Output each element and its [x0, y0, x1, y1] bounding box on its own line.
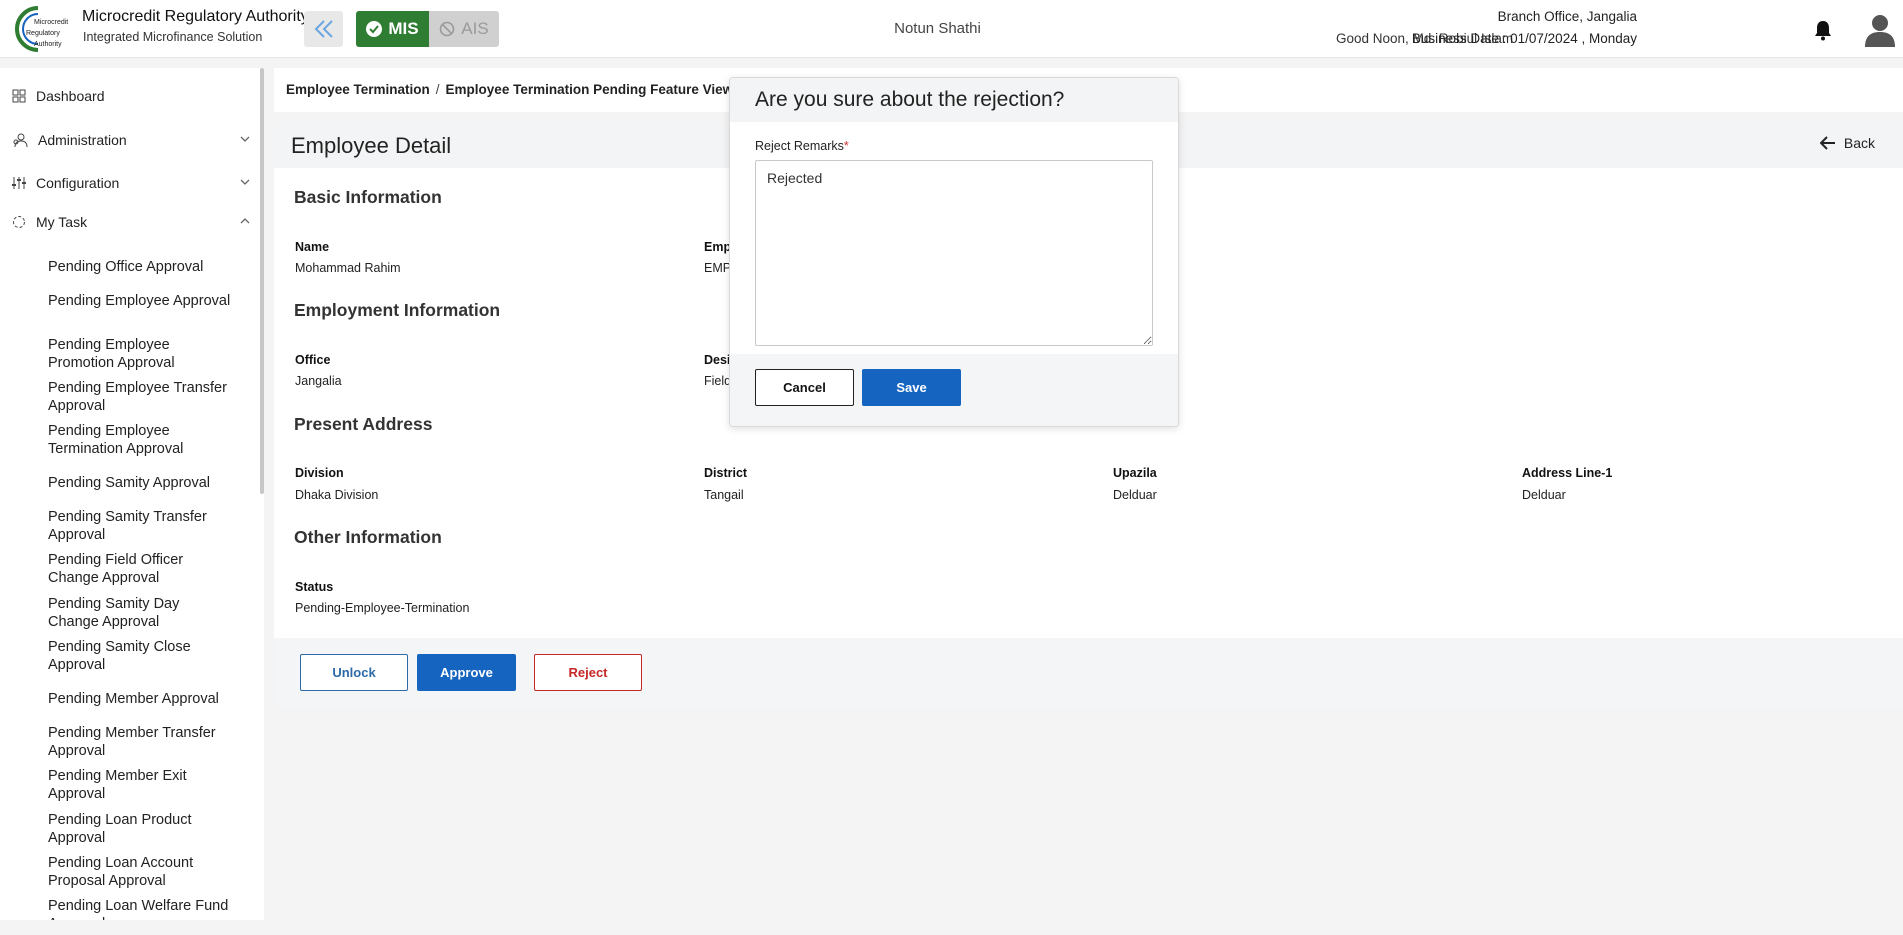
sidebar-item-my-task[interactable]: My Task: [12, 214, 250, 230]
field-value-employee-id: EMP: [704, 261, 732, 275]
field-label-address-line-1: Address Line-1: [1522, 466, 1613, 480]
chevron-down-icon: [240, 136, 250, 142]
chevron-down-icon: [240, 179, 250, 185]
sidebar-subitem[interactable]: Pending Loan Product Approval: [48, 811, 233, 847]
sidebar-item-label: My Task: [36, 214, 88, 230]
sidebar-subitem[interactable]: Pending Loan Welfare Fund Approval: [48, 897, 233, 920]
sidebar-subitem[interactable]: Pending Employee Approval: [48, 292, 233, 310]
breadcrumb-current: Employee Termination Pending Feature Vie…: [445, 82, 734, 97]
top-header: Microcredit Regulatory Authority Microcr…: [0, 0, 1903, 58]
grid-icon: [12, 89, 26, 103]
sidebar-subitem[interactable]: Pending Employee Transfer Approval: [48, 379, 233, 415]
user-avatar-icon[interactable]: [1864, 13, 1896, 47]
bell-icon[interactable]: [1813, 19, 1833, 41]
breadcrumb-separator: /: [435, 82, 440, 97]
sidebar-item-label: Administration: [38, 132, 127, 148]
dialog-header: Are you sure about the rejection?: [730, 78, 1178, 122]
section-title-other: Other Information: [294, 527, 442, 547]
required-marker: *: [843, 139, 849, 153]
sidebar-subitem[interactable]: Pending Member Approval: [48, 690, 233, 708]
task-icon: [13, 216, 25, 228]
chevron-up-icon: [240, 218, 250, 224]
field-label-name: Name: [295, 240, 330, 254]
field-label-upazila: Upazila: [1113, 466, 1157, 480]
section-title-basic: Basic Information: [294, 187, 442, 207]
field-label-office: Office: [295, 353, 331, 367]
reject-remarks-textarea[interactable]: Rejected: [755, 160, 1153, 346]
field-label-division: Division: [295, 466, 344, 480]
dialog-footer: Cancel Save: [730, 354, 1178, 426]
field-label-designation: Desi: [704, 353, 731, 367]
sidebar-subitem[interactable]: Pending Samity Close Approval: [48, 638, 233, 674]
back-button[interactable]: Back: [1819, 135, 1875, 151]
action-bar: Unlock Approve Reject: [274, 638, 1903, 709]
page-title: Employee Detail: [291, 133, 452, 158]
breadcrumb-parent[interactable]: Employee Termination: [286, 82, 430, 97]
sidebar-scrollbar[interactable]: [260, 68, 264, 494]
sidebar-item-label: Configuration: [36, 175, 120, 191]
field-value-status: Pending-Employee-Termination: [295, 601, 470, 615]
sidebar-subitem[interactable]: Pending Samity Day Change Approval: [48, 595, 233, 631]
section-title-address: Present Address: [294, 414, 433, 434]
reject-remarks-label-text: Reject Remarks: [755, 139, 844, 153]
sidebar-item-configuration[interactable]: Configuration: [12, 175, 250, 191]
reject-remarks-label: Reject Remarks*: [755, 139, 849, 153]
field-value-designation: Field: [704, 374, 732, 388]
sidebar-item-dashboard[interactable]: Dashboard: [12, 88, 250, 104]
sidebar-item-administration[interactable]: Administration: [12, 132, 250, 148]
field-label-status: Status: [295, 580, 334, 594]
sidebar-subitem[interactable]: Pending Samity Approval: [48, 474, 233, 492]
field-value-office: Jangalia: [295, 374, 342, 388]
business-date: Business Date : 01/07/2024 , Monday: [1411, 31, 1637, 46]
field-label-employee-id: Emp: [704, 240, 732, 254]
reject-button[interactable]: Reject: [534, 654, 642, 691]
sidebar-item-label: Dashboard: [36, 88, 105, 104]
branch-office: Branch Office, Jangalia: [1497, 9, 1637, 24]
field-value-address-line-1: Delduar: [1522, 488, 1566, 502]
sidebar: Dashboard Administration Configuration M…: [0, 68, 264, 920]
unlock-button[interactable]: Unlock: [300, 654, 408, 691]
field-value-district: Tangail: [704, 488, 744, 502]
section-title-employment: Employment Information: [294, 300, 501, 320]
save-button[interactable]: Save: [862, 369, 961, 406]
field-value-name: Mohammad Rahim: [295, 261, 401, 275]
sliders-icon: [12, 177, 26, 189]
field-label-district: District: [704, 466, 748, 480]
logo-text-3: Authority: [34, 41, 62, 48]
sidebar-subitem[interactable]: Pending Samity Transfer Approval: [48, 508, 233, 544]
sidebar-subitem[interactable]: Pending Member Transfer Approval: [48, 724, 233, 760]
sidebar-subitem[interactable]: Pending Employee Termination Approval: [48, 422, 233, 458]
arrow-left-icon: [1819, 136, 1835, 150]
breadcrumb: Employee Termination / Employee Terminatio…: [286, 82, 733, 97]
dialog-title: Are you sure about the rejection?: [755, 88, 1065, 111]
sidebar-subitem[interactable]: Pending Member Exit Approval: [48, 767, 233, 803]
cancel-button[interactable]: Cancel: [755, 369, 854, 406]
admin-icon: [13, 133, 28, 148]
sidebar-subitem[interactable]: Pending Loan Account Proposal Approval: [48, 854, 233, 890]
sidebar-subitem[interactable]: Pending Office Approval: [48, 258, 233, 276]
field-value-division: Dhaka Division: [295, 488, 379, 502]
approve-button[interactable]: Approve: [417, 654, 516, 691]
back-label: Back: [1843, 135, 1875, 151]
reject-confirm-dialog: Are you sure about the rejection? Reject…: [729, 77, 1179, 427]
sidebar-subitem[interactable]: Pending Field Officer Change Approval: [48, 551, 233, 587]
sidebar-subitem[interactable]: Pending Employee Promotion Approval: [48, 336, 233, 372]
field-value-upazila: Delduar: [1113, 488, 1157, 502]
